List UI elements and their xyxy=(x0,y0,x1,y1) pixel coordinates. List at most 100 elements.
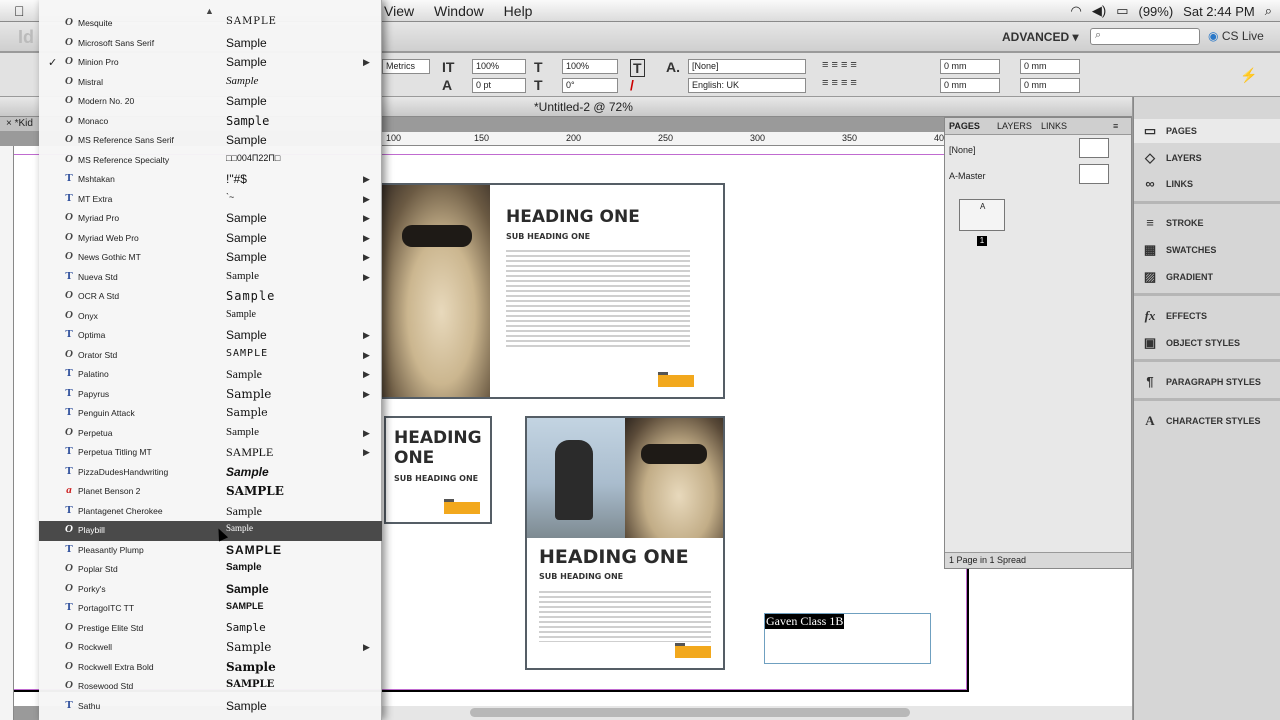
ruler-tick: 100 xyxy=(386,133,402,143)
font-menu-item[interactable]: O Perpetua Sample ▶ xyxy=(39,424,382,444)
font-menu-item[interactable]: O Monaco Sample xyxy=(39,112,382,132)
help-search-input[interactable]: ⌕ xyxy=(1090,28,1200,45)
master-a-thumbnail[interactable] xyxy=(1079,164,1109,184)
font-menu-item[interactable]: ✓ O Minion Pro Sample ▶ xyxy=(39,53,382,73)
status-area: ◠ ◀) ▭ (99%) Sat 2:44 PM ⌕ xyxy=(1071,3,1272,19)
text-frame[interactable]: Gaven Class 1B xyxy=(764,613,931,664)
horizontal-scale-field[interactable]: 100% xyxy=(562,59,618,74)
master-a[interactable]: A-Master xyxy=(949,171,986,181)
font-menu-item[interactable]: O Poplar Std Sample xyxy=(39,560,382,580)
font-menu-item[interactable]: O Prestige Elite Std Sample xyxy=(39,619,382,639)
align-buttons[interactable]: ≡ ≡ ≡ ≡ xyxy=(822,59,857,71)
cs-live-label: CS Live xyxy=(1221,29,1264,43)
spotlight-icon[interactable]: ⌕ xyxy=(1265,3,1272,19)
font-menu-item[interactable]: O Modern No. 20 Sample xyxy=(39,92,382,112)
dock-object-styles[interactable]: ▣ OBJECT STYLES xyxy=(1134,331,1280,355)
font-menu-item[interactable]: T Mshtakan !"#$ ▶ xyxy=(39,170,382,190)
portrait-photo[interactable] xyxy=(625,418,723,538)
battery-percent[interactable]: (99%) xyxy=(1138,4,1173,19)
font-menu-item[interactable]: T MT Extra `~ ▶ xyxy=(39,190,382,210)
font-menu-item[interactable]: O OCR A Std Sample xyxy=(39,287,382,307)
skew-field[interactable]: 0° xyxy=(562,78,618,93)
dock-character-styles[interactable]: A CHARACTER STYLES xyxy=(1134,409,1280,433)
horizontal-scrollbar[interactable] xyxy=(382,706,1132,720)
document-tab[interactable]: × *Kid xyxy=(6,118,33,129)
font-menu-item[interactable]: O Mistral Sample xyxy=(39,73,382,93)
layout-card-small[interactable]: HEADING ONE SUB HEADING ONE xyxy=(384,416,492,524)
stroke-none-icon[interactable]: / xyxy=(630,77,634,93)
last-line-indent-field[interactable]: 0 mm xyxy=(1020,78,1080,93)
font-menu-item[interactable]: T Nueva Std Sample ▶ xyxy=(39,268,382,288)
apple-menu-icon[interactable]:  xyxy=(14,3,25,19)
font-menu-item[interactable]: O MS Reference Sans Serif Sample xyxy=(39,131,382,151)
portrait-photo[interactable] xyxy=(382,185,490,397)
font-menu-item[interactable]: O Mesquite SAMPLE xyxy=(39,14,382,34)
dock-swatches[interactable]: ▦ SWATCHES xyxy=(1134,238,1280,262)
font-menu-item[interactable]: O Rockwell Extra Bold Sample xyxy=(39,658,382,678)
font-menu-item[interactable]: T PortagoITC TT SAMPLE xyxy=(39,599,382,619)
master-none-thumbnail[interactable] xyxy=(1079,138,1109,158)
font-menu-item[interactable]: T Optima Sample ▶ xyxy=(39,326,382,346)
font-menu-item[interactable]: T Palatino Sample ▶ xyxy=(39,365,382,385)
font-menu-item[interactable]: O Onyx Sample xyxy=(39,307,382,327)
font-menu-item[interactable]: O Orator Std SAMPLE ▶ xyxy=(39,346,382,366)
workspace-switcher[interactable]: ADVANCED ▾ xyxy=(1002,30,1078,44)
language-select[interactable]: English: UK xyxy=(688,78,806,93)
right-indent-field[interactable]: 0 mm xyxy=(1020,59,1080,74)
font-menu-item[interactable]: T Papyrus Sample ▶ xyxy=(39,385,382,405)
layout-card-large[interactable]: HEADING ONE SUB HEADING ONE xyxy=(380,183,725,399)
battery-icon[interactable]: ▭ xyxy=(1116,3,1128,19)
clock[interactable]: Sat 2:44 PM xyxy=(1183,4,1255,19)
font-menu-item[interactable]: O Rosewood Std SAMPLE xyxy=(39,677,382,697)
ruler-tick: 150 xyxy=(474,133,490,143)
text-fill-icon[interactable]: T xyxy=(630,59,645,77)
first-line-indent-field[interactable]: 0 mm xyxy=(940,78,1000,93)
font-menu-item[interactable]: T PizzaDudesHandwriting Sample xyxy=(39,463,382,483)
dock-paragraph-styles[interactable]: ¶ PARAGRAPH STYLES xyxy=(1134,370,1280,394)
menu-help[interactable]: Help xyxy=(504,3,533,19)
child-photo[interactable] xyxy=(527,418,625,538)
font-menu-item[interactable]: T Pleasantly Plump SAMPLE xyxy=(39,541,382,561)
baseline-shift-field[interactable]: 0 pt xyxy=(472,78,526,93)
font-menu-item[interactable]: T Penguin Attack Sample xyxy=(39,404,382,424)
tab-layers[interactable]: LAYERS xyxy=(997,121,1032,131)
dock-layers[interactable]: ◇ LAYERS xyxy=(1134,146,1280,170)
font-menu-item[interactable]: O Microsoft Sans Serif Sample xyxy=(39,34,382,54)
cs-live-button[interactable]: ◉ CS Live xyxy=(1208,29,1264,43)
volume-icon[interactable]: ◀) xyxy=(1092,3,1106,19)
font-menu-item[interactable]: T Sathu Sample xyxy=(39,697,382,717)
dock-stroke[interactable]: ≡ STROKE xyxy=(1134,211,1280,235)
font-menu-item[interactable]: O News Gothic MT Sample ▶ xyxy=(39,248,382,268)
selected-text[interactable]: Gaven Class 1B xyxy=(765,614,845,629)
page-thumbnail[interactable]: A xyxy=(959,199,1005,231)
dock-links[interactable]: ∞ LINKS xyxy=(1134,172,1280,196)
font-menu-item[interactable]: O Rockwell Sample ▶ xyxy=(39,638,382,658)
vertical-scale-field[interactable]: 100% xyxy=(472,59,526,74)
tab-pages[interactable]: PAGES xyxy=(949,121,980,131)
master-none[interactable]: [None] xyxy=(949,145,976,155)
dock-effects[interactable]: fx EFFECTS xyxy=(1134,304,1280,328)
justify-buttons[interactable]: ≡ ≡ ≡ ≡ xyxy=(822,77,857,89)
font-menu-item[interactable]: O Playbill Sample xyxy=(39,521,382,541)
dock-gradient[interactable]: ▨ GRADIENT xyxy=(1134,265,1280,289)
dock-pages[interactable]: ▭ PAGES xyxy=(1134,119,1280,143)
layout-card-tall[interactable]: HEADING ONE SUB HEADING ONE xyxy=(525,416,725,670)
font-menu-item[interactable]: O Porky's Sample xyxy=(39,580,382,600)
scrollbar-thumb[interactable] xyxy=(470,708,910,717)
menu-view[interactable]: View xyxy=(384,3,414,19)
font-menu-item[interactable]: O MS Reference Specialty □□004Π22Π□ xyxy=(39,151,382,171)
tab-links[interactable]: LINKS xyxy=(1041,121,1067,131)
lightning-icon[interactable]: ⚡ xyxy=(1240,67,1257,84)
kerning-field[interactable]: Metrics xyxy=(382,59,430,74)
character-style-select[interactable]: [None] xyxy=(688,59,806,74)
font-menu-item[interactable]: O Myriad Web Pro Sample ▶ xyxy=(39,229,382,249)
font-menu-item[interactable]: O Myriad Pro Sample ▶ xyxy=(39,209,382,229)
left-indent-field[interactable]: 0 mm xyxy=(940,59,1000,74)
font-menu-item[interactable]: T Perpetua Titling MT SAMPLE ▶ xyxy=(39,443,382,463)
wifi-icon[interactable]: ◠ xyxy=(1071,3,1082,19)
vertical-ruler[interactable] xyxy=(0,146,14,720)
font-menu-item[interactable]: a Planet Benson 2 SAMPLE xyxy=(39,482,382,502)
font-menu-item[interactable]: T Plantagenet Cherokee Sample xyxy=(39,502,382,522)
menu-window[interactable]: Window xyxy=(434,3,484,19)
panel-menu-icon[interactable]: ≡ xyxy=(1113,121,1118,131)
